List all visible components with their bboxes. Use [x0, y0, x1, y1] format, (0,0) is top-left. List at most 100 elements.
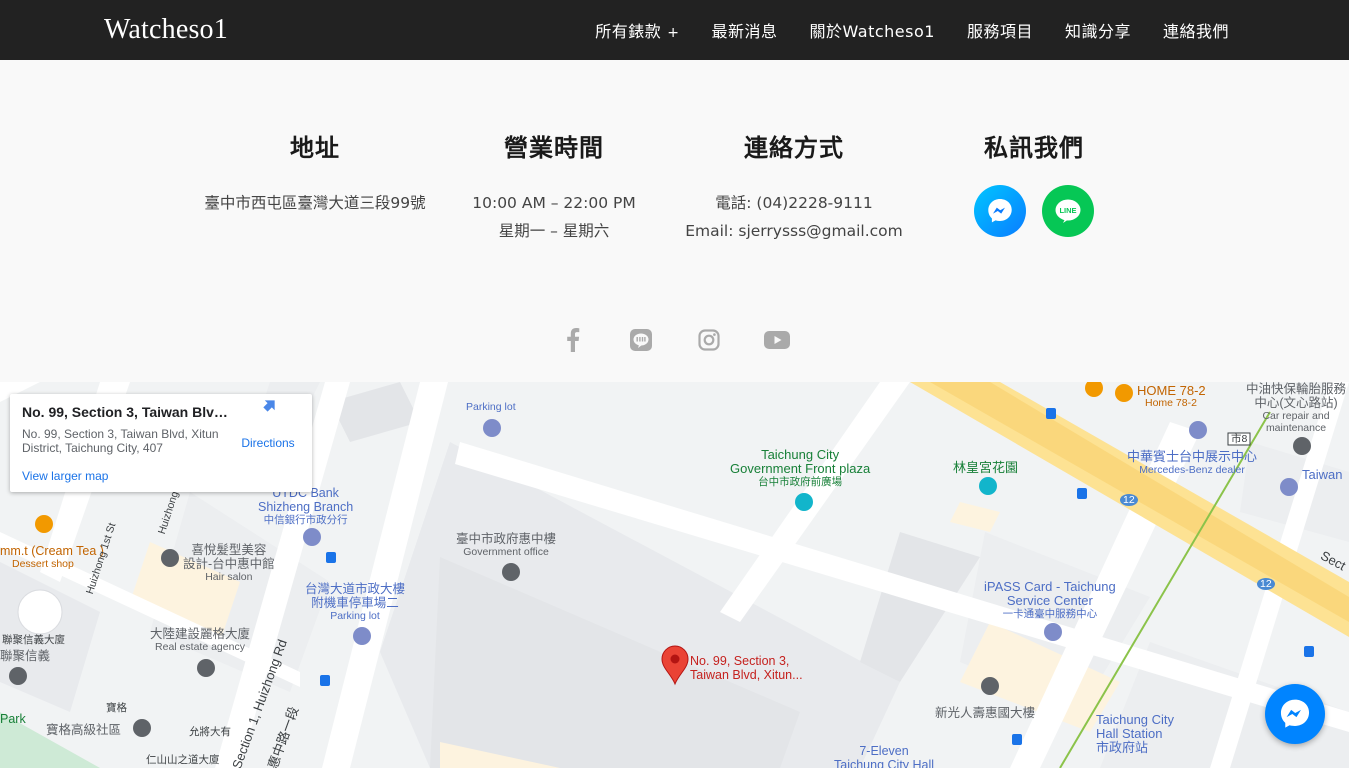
map-label-hair[interactable]: 喜悅髮型美容 設計-台中惠中館 Hair salon [183, 543, 275, 583]
plaza-en1: Taichung City [761, 447, 840, 462]
nav-label: 所有錶款 [595, 22, 662, 41]
hours-time: 10:00 AM – 22:00 PM [472, 194, 636, 212]
nav-item-about[interactable]: 關於Watcheso1 [809, 18, 934, 42]
map-label-benz[interactable]: 中華賓士台中展示中心 Mercedes-Benz dealer [1127, 449, 1258, 477]
place-address: No. 99, Section 3, Taiwan Blvd, Xitun Di… [22, 427, 219, 455]
map-pin-label[interactable]: No. 99, Section 3, Taiwan Blvd, Xitun... [690, 654, 803, 682]
map-label-lianju-2: 聯聚信義 [0, 649, 51, 663]
seven-1: 7-Eleven [859, 744, 909, 758]
map-label-cream[interactable]: mm.t (Cream Tea ) [0, 544, 104, 558]
map-label-baoge-2[interactable]: 寶格高級社區 [46, 723, 121, 737]
route-shield-12a: 12 [1123, 494, 1135, 506]
plaza-en2: Government Front plaza [730, 461, 871, 476]
line-icon[interactable]: LINE [1042, 185, 1094, 237]
instagram-icon[interactable] [695, 326, 723, 354]
nav-item-knowledge[interactable]: 知識分享 [1065, 18, 1131, 42]
hair-zh1: 喜悅髮型美容 [191, 543, 267, 557]
top-navbar: Watcheso1 所有錶款 + 最新消息 關於Watcheso1 服務項目 知識… [0, 0, 1349, 60]
benz-zh: 中華賓士台中展示中心 [1127, 449, 1258, 464]
svg-text:LINE: LINE [1059, 206, 1076, 215]
park2-zh1: 台灣大道市政大樓 [305, 582, 406, 596]
directions-link[interactable]: Directions [238, 436, 298, 450]
pin-line-1: No. 99, Section 3, [690, 654, 790, 668]
dalu-en: Real estate agency [155, 641, 245, 653]
route-shield-city8: 市8 [1231, 433, 1248, 445]
social-links [0, 326, 1349, 354]
hours-column: 營業時間 10:00 AM – 22:00 PM 星期一 – 星期六 [434, 128, 674, 245]
directions-icon[interactable] [256, 394, 280, 423]
map-label-dalu[interactable]: 大陸建設麗格大廈 Real estate agency [150, 627, 250, 653]
benz-en: Mercedes-Benz dealer [1139, 464, 1245, 476]
message-heading: 私訊我們 [984, 134, 1084, 162]
place-title: No. 99, Section 3, Taiwan Blvd... [22, 404, 228, 420]
map-label-renshan: 仁山山之道大廈 [146, 754, 220, 766]
map-label-yunfang: 允將大有 [189, 726, 231, 738]
address-column: 地址 臺中市西屯區臺灣大道三段99號 [195, 128, 435, 217]
nav-item-news[interactable]: 最新消息 [711, 18, 777, 42]
hours-days: 星期一 – 星期六 [498, 222, 610, 240]
map-label-park: Park [0, 712, 26, 726]
contact-heading: 連絡方式 [744, 134, 844, 162]
phone-text[interactable]: 電話: (04)2228-9111 [674, 189, 914, 217]
seven-2: Taichung City Hall [834, 758, 935, 768]
messenger-chat-button[interactable] [1265, 684, 1325, 744]
map-label-home[interactable]: HOME 78-2 [1137, 384, 1206, 398]
car-zh2: 中心(文心路站) [1254, 396, 1338, 410]
utdc-en2: Shizheng Branch [258, 500, 354, 514]
map-label-parking-2[interactable]: 台灣大道市政大樓 附機車停車場二 Parking lot [305, 582, 405, 622]
line-icon[interactable] [627, 326, 655, 354]
nav-item-services[interactable]: 服務項目 [967, 18, 1033, 42]
hair-zh2: 設計-台中惠中館 [183, 557, 275, 571]
car-zh1: 中油快保輪胎服務 [1246, 382, 1347, 396]
gov-zh: 臺中市政府惠中樓 [456, 532, 557, 546]
station-zh: 市政府站 [1096, 740, 1149, 755]
pin-line-2: Taiwan Blvd, Xitun... [690, 668, 803, 682]
car-en1: Car repair and [1262, 410, 1330, 422]
map-label-home-sub: Home 78-2 [1145, 397, 1197, 409]
hair-en: Hair salon [205, 571, 253, 583]
facebook-icon[interactable] [559, 326, 587, 354]
map-label-7-eleven[interactable]: 7-Eleven Taichung City Hall [834, 744, 934, 768]
utdc-zh: 中信銀行市政分行 [263, 514, 348, 526]
map-label-ipass[interactable]: iPASS Card - Taichung Service Center 一卡通臺中… [984, 579, 1116, 621]
messenger-icon[interactable] [974, 185, 1026, 237]
car-en2: maintenance [1265, 422, 1327, 434]
map-label-xinguang[interactable]: 新光人壽惠國大樓 [935, 706, 1035, 720]
map-label-car-repair[interactable]: 中油快保輪胎服務 中心(文心路站) Car repair and maintenanc… [1246, 382, 1346, 434]
gov-en: Government office [463, 546, 549, 558]
park2-en: Parking lot [330, 610, 380, 622]
message-icons: LINE [914, 185, 1154, 237]
address-text: 臺中市西屯區臺灣大道三段99號 [204, 194, 426, 212]
map-label-lin[interactable]: 林皇宮花園 [953, 461, 1018, 475]
ipass-en2: Service Center [1006, 593, 1093, 608]
email-text[interactable]: Email: sjerrysss@gmail.com [674, 217, 914, 245]
route-shield-12b: 12 [1260, 578, 1272, 590]
map-label-parking[interactable]: Parking lot [466, 401, 516, 413]
map-label-station[interactable]: Taichung City Hall Station 市政府站 [1096, 713, 1174, 755]
site-logo[interactable]: Watcheso1 [104, 14, 228, 46]
map-label-gov[interactable]: 臺中市政府惠中樓 Government office [456, 532, 556, 558]
youtube-icon[interactable] [763, 326, 791, 354]
map-label-lianju: 聯聚信義大廈 [2, 634, 65, 646]
view-larger-map-link[interactable]: View larger map [22, 469, 108, 483]
dalu-zh: 大陸建設麗格大廈 [150, 627, 251, 641]
map-place-card: No. 99, Section 3, Taiwan Blvd... No. 99… [10, 394, 312, 492]
expand-icon: + [667, 25, 680, 41]
nav-item-contact[interactable]: 連絡我們 [1163, 18, 1229, 42]
ipass-zh: 一卡通臺中服務中心 [1002, 608, 1098, 620]
station-en1: Taichung City [1096, 712, 1175, 727]
ipass-en1: iPASS Card - Taichung [984, 579, 1116, 594]
park2-zh2: 附機車停車場二 [311, 596, 399, 610]
google-map[interactable]: Parking lot Taichung City Government Fron… [0, 382, 1349, 768]
map-label-cream-sub: Dessert shop [12, 558, 74, 570]
map-label-taiwan: Taiwan [1302, 467, 1343, 482]
hours-heading: 營業時間 [504, 134, 604, 162]
map-label-plaza[interactable]: Taichung City Government Front plaza 台中市政府… [730, 447, 871, 489]
nav-item-all-watches[interactable]: 所有錶款 + [595, 18, 679, 42]
contact-info-section: 地址 臺中市西屯區臺灣大道三段99號 營業時間 10:00 AM – 22:00… [0, 60, 1349, 382]
address-heading: 地址 [290, 134, 340, 162]
map-label-utdc[interactable]: UTDC Bank Shizheng Branch 中信銀行市政分行 [258, 486, 353, 526]
contact-column: 連絡方式 電話: (04)2228-9111 Email: sjerrysss@… [674, 128, 914, 245]
station-en2: Hall Station [1096, 726, 1163, 741]
main-nav: 所有錶款 + 最新消息 關於Watcheso1 服務項目 知識分享 連絡我們 [563, 0, 1229, 60]
